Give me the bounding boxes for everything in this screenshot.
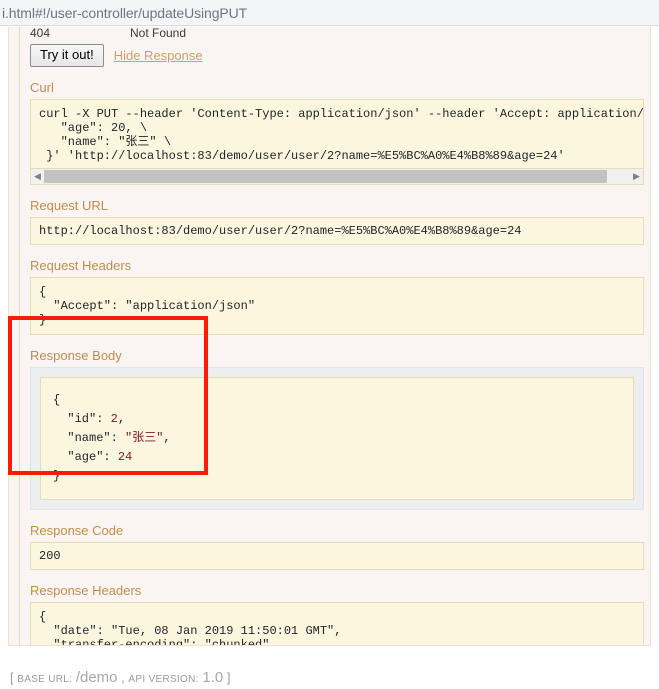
action-row: Try it out! Hide Response xyxy=(20,44,650,67)
footer-base-url-value: /demo xyxy=(75,669,118,686)
footer-api-version-label: api version: xyxy=(128,674,199,685)
scrollbar-thumb[interactable] xyxy=(44,170,607,183)
swagger-operation-panel: 404 Not Found Try it out! Hide Response … xyxy=(8,27,651,646)
footer-comma: , xyxy=(121,670,125,685)
curl-block: curl -X PUT --header 'Content-Type: appl… xyxy=(30,99,644,185)
response-body-code: { "id": 2, "name": "张三", "age": 24 } xyxy=(40,377,634,500)
response-headers-title: Response Headers xyxy=(30,583,142,598)
scroll-right-arrow-icon[interactable]: ▶ xyxy=(630,169,643,184)
response-status-code: 404 xyxy=(30,27,51,40)
curl-horizontal-scrollbar[interactable]: ◀ ▶ xyxy=(31,168,643,184)
curl-title: Curl xyxy=(30,80,54,95)
response-code-title: Response Code xyxy=(30,523,124,538)
footer-close-bracket: ] xyxy=(226,670,231,685)
footer-base-url-label: base url: xyxy=(17,674,73,685)
request-url-value: http://localhost:83/demo/user/user/2?nam… xyxy=(30,217,644,245)
browser-url-text: i.html#!/user-controller/updateUsingPUT xyxy=(2,4,248,21)
response-headers-value: { "date": "Tue, 08 Jan 2019 11:50:01 GMT… xyxy=(30,602,644,645)
response-status-reason: Not Found xyxy=(130,27,187,40)
browser-url-bar[interactable]: i.html#!/user-controller/updateUsingPUT xyxy=(0,0,659,26)
request-headers-title: Request Headers xyxy=(30,258,132,273)
response-body-title: Response Body xyxy=(30,348,122,363)
operation-content: 404 Not Found Try it out! Hide Response … xyxy=(19,27,650,645)
try-it-out-button[interactable]: Try it out! xyxy=(30,44,104,67)
request-headers-value: { "Accept": "application/json" } xyxy=(30,277,644,335)
curl-code: curl -X PUT --header 'Content-Type: appl… xyxy=(39,107,643,163)
response-status-row: 404 Not Found xyxy=(20,27,650,40)
response-body-container: { "id": 2, "name": "张三", "age": 24 } xyxy=(30,367,644,510)
hide-response-link[interactable]: Hide Response xyxy=(114,48,203,63)
scrollbar-track[interactable] xyxy=(44,169,630,184)
api-footer-info: [ base url: /demo , api version: 1.0 ] xyxy=(10,669,230,686)
response-code-value: 200 xyxy=(30,542,644,570)
footer-api-version-value: 1.0 xyxy=(202,669,224,686)
request-url-title: Request URL xyxy=(30,198,109,213)
scroll-left-arrow-icon[interactable]: ◀ xyxy=(31,169,44,184)
hide-response-label: Hide Response xyxy=(113,48,203,63)
footer-open-bracket: [ xyxy=(10,670,14,685)
